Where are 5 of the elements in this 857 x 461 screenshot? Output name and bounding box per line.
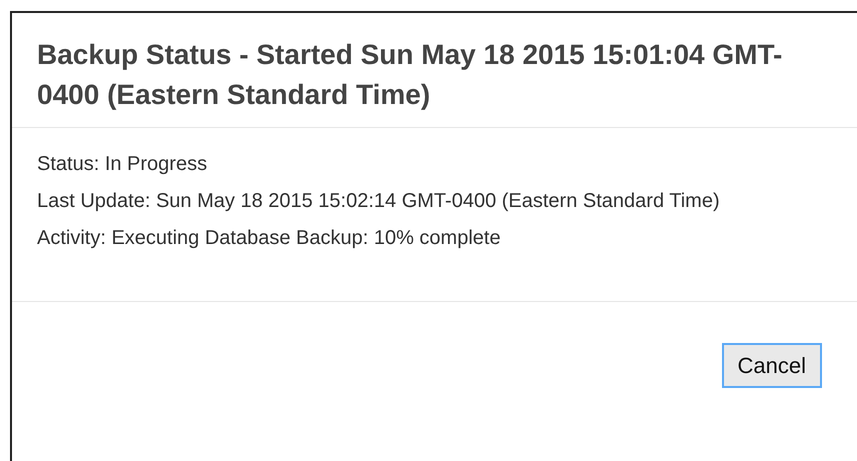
status-text: Activity: Executing Database Backup: 10% complete [37,226,502,251]
dialog-title: Backup Status - Started Sun May 18 2015 15:01:04 GMT-0400 (Eastern Standard Time) [37,38,784,112]
cancel-button[interactable]: Cancel [722,343,822,388]
status-text: Status: In Progress [37,152,208,177]
status-text: Last Update: Sun May 18 2015 15:02:14 GMT-0400 (Eastern Standard Time) [37,189,721,214]
